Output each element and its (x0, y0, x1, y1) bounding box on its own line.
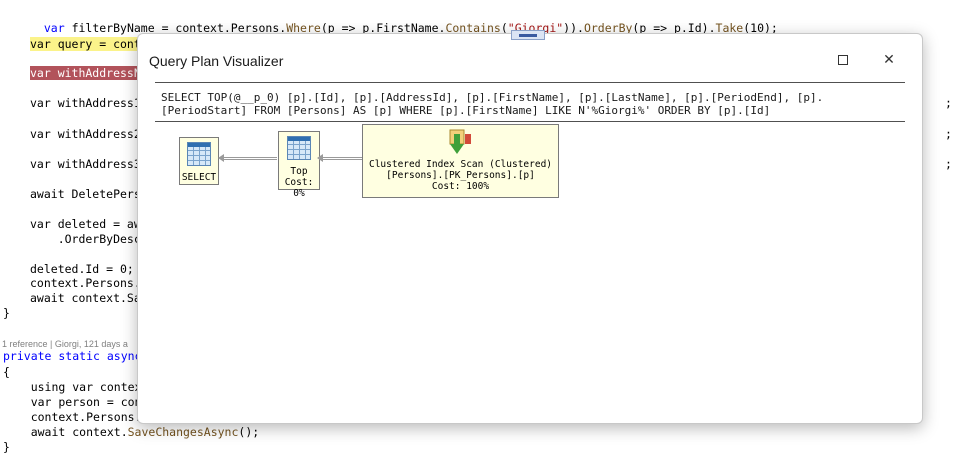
code-trailing-semicolon: ; (945, 157, 952, 171)
code-line-query[interactable]: var query = cont (30, 37, 141, 51)
code-line-await-delete: await DeletePers (30, 187, 141, 201)
clustered-index-scan-icon (449, 129, 471, 154)
result-table-icon (187, 142, 211, 166)
plan-arrow (317, 154, 362, 162)
maximize-button[interactable] (828, 48, 858, 72)
code-line-orderbydesc: .OrderByDesc (30, 232, 141, 246)
query-plan-dialog: Query Plan Visualizer ✕ SELECT TOP(@__p_… (137, 33, 923, 424)
code-line-context-persons2: context.Persons. (3, 410, 142, 424)
sql-text[interactable]: SELECT TOP(@__p_0) [p].[Id], [p].[Addres… (161, 91, 901, 117)
plan-node-label: Top (290, 166, 308, 177)
sql-line: [PeriodStart] FROM [Persons] AS [p] WHER… (161, 104, 771, 117)
code-brace-open: { (3, 365, 10, 379)
codelens-reference[interactable]: 1 reference | Giorgi, 121 days a (2, 339, 128, 349)
code-token: await context. (3, 425, 128, 439)
kw-var: var (43, 21, 72, 35)
plan-arrow (218, 154, 277, 162)
method-savechangesasync: SaveChangesAsync (127, 425, 239, 439)
sql-line: SELECT TOP(@__p_0) [p].[Id], [p].[Addres… (161, 91, 824, 104)
plan-node-label: Clustered Index Scan (Clustered) (368, 159, 553, 170)
code-line-deleted-id: deleted.Id = 0; (30, 262, 134, 276)
close-icon: ✕ (883, 52, 895, 68)
top-table-icon (287, 136, 311, 160)
code-line-private-method: private static async (3, 349, 142, 363)
plan-node-cost: Cost: 100% (431, 181, 490, 192)
code-line-using: using var contex (3, 380, 142, 394)
code-line-withaddress1: var withAddress1 (30, 96, 141, 110)
dialog-title: Query Plan Visualizer (149, 53, 284, 69)
code-line-await-save2: await context.SaveChangesAsync(); (3, 425, 260, 439)
code-trailing-semicolon: ; (945, 96, 952, 110)
code-line-filter: var filterByName = context.Persons.Where… (30, 7, 778, 35)
plan-node-select[interactable]: SELECT (179, 137, 219, 185)
code-line-withaddress2: var withAddress2 (30, 127, 141, 141)
code-line-deleted: var deleted = aw (30, 217, 141, 231)
plan-node-clustered-index-scan[interactable]: Clustered Index Scan (Clustered) [Person… (362, 124, 559, 198)
code-brace-close: } (3, 306, 10, 320)
plan-node-object: [Persons].[PK_Persons].[p] (386, 170, 535, 181)
plan-node-cost: Cost: 0% (284, 177, 314, 199)
code-line-withaddressn[interactable]: var withAddressN (30, 66, 141, 80)
code-line-context-persons: context.Persons. (30, 276, 141, 290)
plan-node-top[interactable]: Top Cost: 0% (278, 131, 320, 199)
maximize-icon (838, 55, 848, 65)
code-trailing-semicolon: ; (945, 127, 952, 141)
code-token: (); (238, 425, 260, 439)
close-button[interactable]: ✕ (874, 48, 904, 72)
code-line-person: var person = con (3, 395, 142, 409)
dock-handle[interactable] (511, 30, 545, 40)
separator-top (155, 82, 905, 83)
code-brace-close2: } (3, 440, 10, 454)
code-line-withaddress3: var withAddress3 (30, 157, 141, 171)
code-line-await-save: await context.Sa (30, 291, 141, 305)
plan-node-label: SELECT (181, 172, 217, 183)
separator-bottom (155, 121, 905, 122)
